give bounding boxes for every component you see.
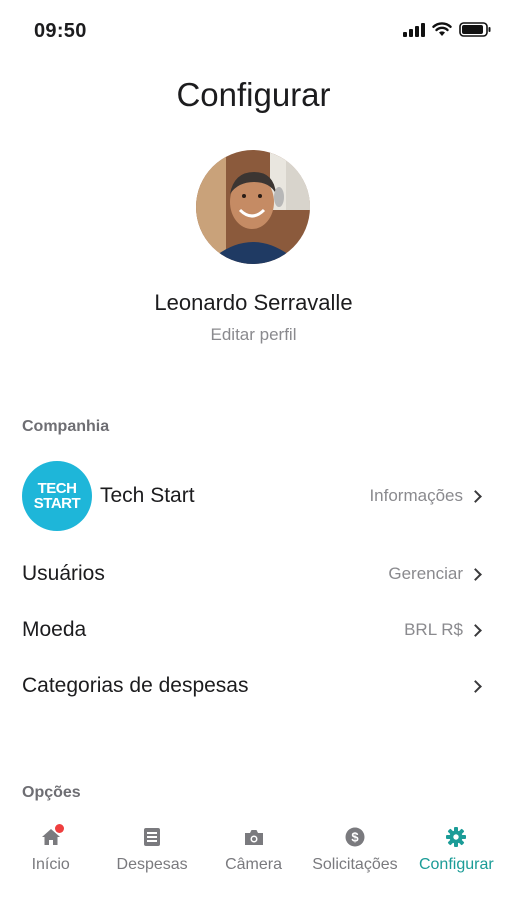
dollar-icon: $ (344, 826, 366, 848)
company-info-action[interactable]: Informações (369, 486, 484, 506)
tab-label-expenses: Despesas (116, 856, 188, 873)
row-action-currency: BRL R$ (404, 620, 484, 640)
status-bar: 09:50 (0, 0, 507, 62)
avatar-photo (196, 150, 310, 264)
status-icons (403, 22, 491, 37)
tab-home[interactable]: Início (0, 812, 101, 900)
company-logo-line2: START (33, 495, 81, 512)
battery-icon (459, 22, 491, 37)
row-label-expense-categories: Categorias de despesas (22, 674, 249, 697)
chevron-right-icon (469, 567, 482, 581)
company-info-label: Informações (369, 486, 463, 505)
row-label-currency: Moeda (22, 618, 87, 641)
row-value-currency: BRL R$ (404, 620, 463, 639)
tab-label-home: Início (31, 856, 70, 873)
notification-dot (54, 824, 64, 833)
settings-row-expense-categories[interactable]: Categorias de despesas (22, 671, 484, 701)
company-info: TECH START Tech Start (22, 461, 195, 531)
gear-icon (445, 826, 467, 848)
settings-row-users[interactable]: Usuários Gerenciar (22, 559, 484, 589)
camera-icon (243, 826, 265, 848)
wifi-icon (432, 22, 452, 36)
home-icon (40, 824, 64, 848)
page-title: Configurar (176, 76, 331, 113)
chevron-right-icon (469, 679, 482, 693)
tab-expenses[interactable]: Despesas (101, 812, 202, 900)
tab-requests[interactable]: $ Solicitações (304, 812, 405, 900)
cellular-signal-icon (403, 22, 425, 37)
profile-avatar[interactable] (196, 150, 310, 264)
row-label-users: Usuários (22, 562, 105, 585)
tab-camera[interactable]: Câmera (203, 812, 304, 900)
profile-name: Leonardo Serravalle (154, 290, 353, 315)
section-title-company: Companhia (22, 418, 110, 435)
edit-profile-link[interactable]: Editar perfil (0, 325, 507, 345)
svg-text:$: $ (351, 830, 359, 845)
row-action-expense-categories (469, 679, 484, 693)
company-logo: TECH START (22, 461, 92, 531)
section-title-options: Opções (22, 784, 81, 801)
tab-label-camera: Câmera (225, 856, 282, 873)
tab-settings[interactable]: Configurar (406, 812, 507, 900)
tab-label-requests: Solicitações (312, 856, 398, 873)
row-value-users: Gerenciar (388, 564, 463, 583)
tab-bar: Início Despesas Câmera $ Solicitações Co… (0, 812, 507, 900)
chevron-right-icon (469, 623, 482, 637)
row-action-users: Gerenciar (388, 564, 484, 584)
receipt-icon (141, 826, 163, 848)
tab-label-settings: Configurar (418, 856, 494, 873)
settings-row-currency[interactable]: Moeda BRL R$ (22, 615, 484, 645)
chevron-right-icon (469, 489, 482, 503)
company-logo-line1: TECH (37, 480, 77, 497)
status-time: 09:50 (34, 20, 87, 42)
company-name: Tech Start (100, 484, 195, 507)
company-row[interactable]: TECH START Tech Start Informações (22, 461, 484, 531)
